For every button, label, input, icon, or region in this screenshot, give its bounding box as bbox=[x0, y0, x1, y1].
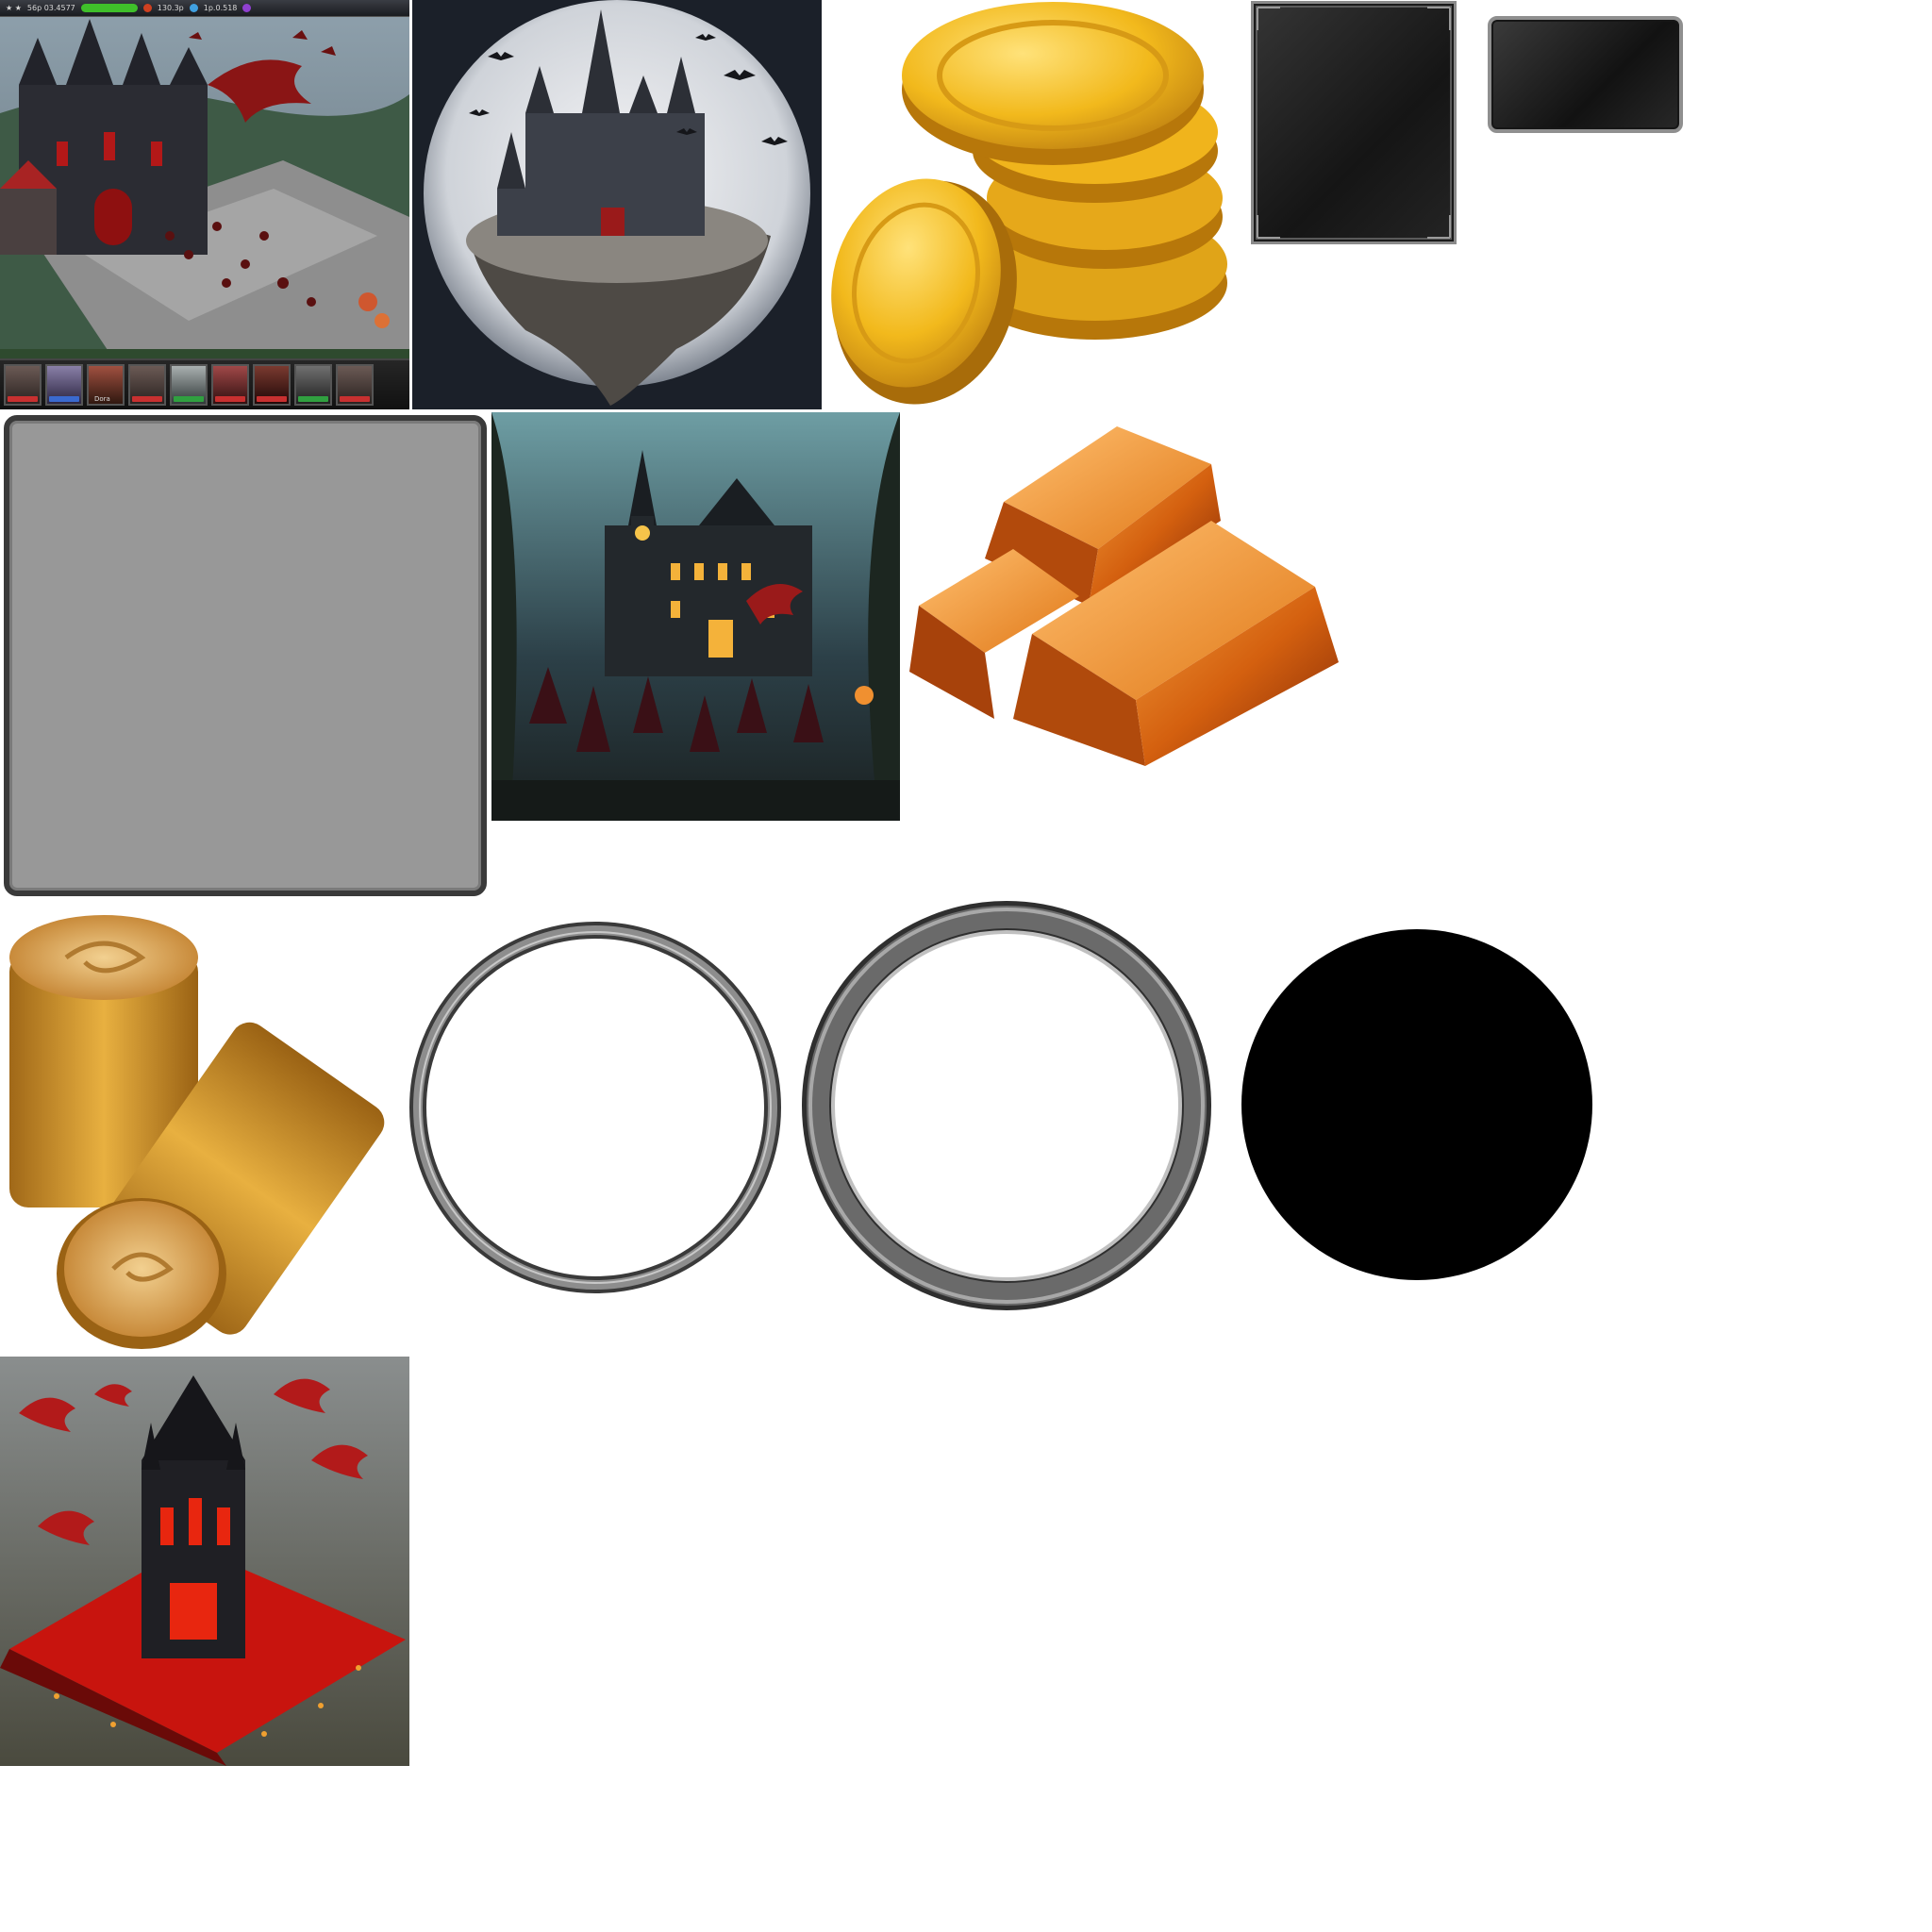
hero-portrait[interactable]: Dora bbox=[87, 364, 125, 406]
blood-tower-scene bbox=[0, 1357, 409, 1766]
health-bar bbox=[80, 4, 138, 12]
mana-icon bbox=[189, 4, 198, 12]
crystal-icon bbox=[242, 4, 252, 12]
resource-3-value: 1p.0.518 bbox=[203, 4, 238, 12]
castle-game-screenshot: ★ ★ 56p 03.4577 130.3p 1p.0.518 Dora bbox=[0, 0, 409, 409]
copper-ingots-icon bbox=[900, 408, 1372, 766]
grey-frame-panel bbox=[4, 415, 487, 896]
log-pile-art bbox=[9, 915, 385, 1349]
hero-portrait[interactable] bbox=[336, 364, 374, 406]
dark-stone-button[interactable] bbox=[1488, 16, 1683, 133]
hero-portrait-label: Dora bbox=[94, 395, 110, 403]
haunted-manor-art bbox=[491, 412, 900, 821]
hero-portrait[interactable] bbox=[170, 364, 208, 406]
star-icon: ★ ★ bbox=[6, 4, 22, 12]
black-circle-mask bbox=[1241, 929, 1592, 1280]
hero-portrait[interactable] bbox=[4, 364, 42, 406]
ingot-stack-art bbox=[909, 426, 1339, 766]
hero-portrait[interactable] bbox=[294, 364, 332, 406]
resource-1-value: 56p 03.4577 bbox=[26, 4, 75, 12]
castle-scene-art bbox=[0, 0, 409, 409]
moon-castle-art bbox=[412, 0, 822, 409]
blood-tower-art bbox=[0, 1357, 409, 1766]
gold-coins-icon bbox=[822, 0, 1229, 408]
coin-stack-art bbox=[831, 2, 1227, 405]
silver-ring-frame-thin bbox=[408, 920, 783, 1295]
hero-portrait[interactable] bbox=[128, 364, 166, 406]
silver-ring-frame-thick bbox=[802, 901, 1212, 1311]
thick-ring-art bbox=[802, 901, 1211, 1310]
gem-icon bbox=[142, 4, 152, 12]
haunted-manor-scene bbox=[491, 412, 900, 821]
panel-corner-ornaments bbox=[1257, 7, 1451, 239]
wood-logs-icon bbox=[0, 901, 396, 1354]
hero-portrait[interactable] bbox=[253, 364, 291, 406]
hero-portrait[interactable] bbox=[45, 364, 83, 406]
hero-portrait-bar: Dora bbox=[0, 358, 409, 409]
resource-2-value: 130.3p bbox=[157, 4, 184, 12]
hero-portrait[interactable] bbox=[211, 364, 249, 406]
dark-stone-panel bbox=[1251, 1, 1457, 244]
resource-top-bar: ★ ★ 56p 03.4577 130.3p 1p.0.518 bbox=[0, 0, 409, 17]
moon-castle-scene bbox=[412, 0, 822, 409]
thin-ring-art bbox=[409, 922, 781, 1293]
